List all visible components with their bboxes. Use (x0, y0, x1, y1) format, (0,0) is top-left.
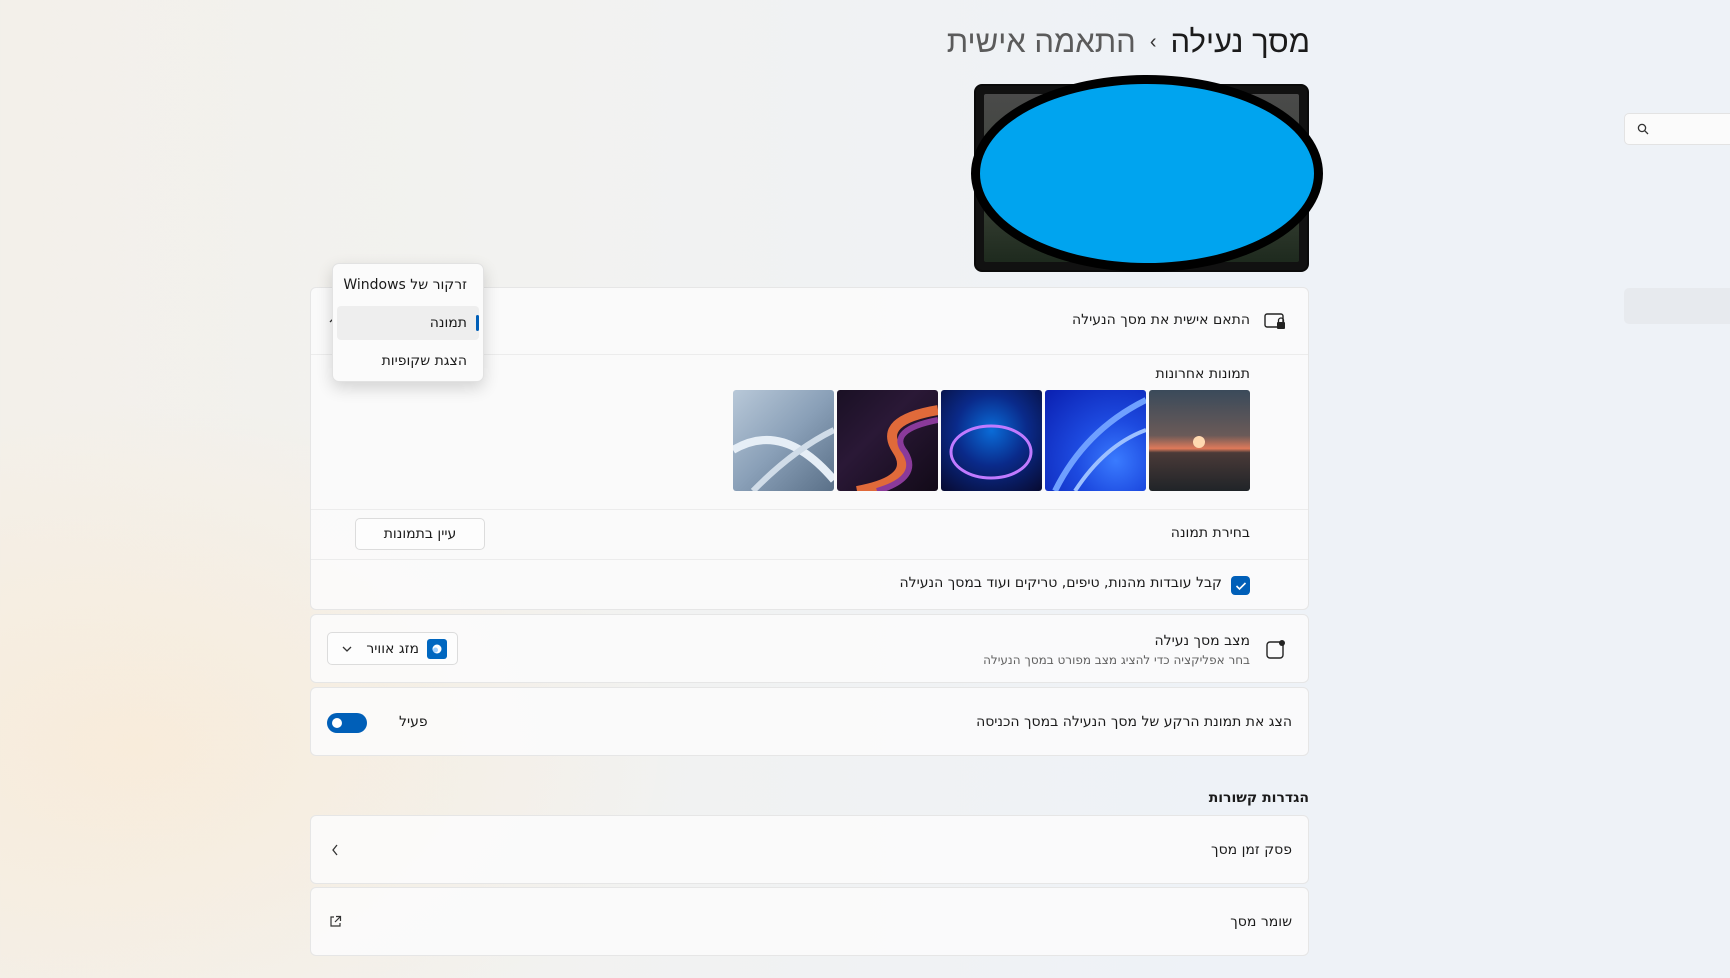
recent-image-ribbon-swirl[interactable] (837, 390, 938, 491)
related-settings-title: הגדרות קשורות (1208, 790, 1309, 806)
chevron-down-icon (342, 646, 352, 652)
page-title: מסך נעילה (1170, 24, 1311, 59)
recent-image-glow-orb[interactable] (941, 390, 1042, 491)
recent-images-label: תמונות אחרונות (1155, 366, 1250, 382)
fun-facts-checkbox[interactable] (1231, 576, 1250, 595)
grey-bloom-shape (733, 427, 834, 491)
fun-facts-label: קבל עובדות מהנות, טיפים, טריקים ועוד במס… (899, 575, 1222, 591)
selection-indicator (476, 315, 479, 331)
lock-screen-icon (1264, 313, 1285, 329)
menu-item-picture[interactable]: תמונה (337, 306, 479, 340)
lock-status-label: מצב מסך נעילה (1154, 633, 1250, 649)
recent-image-sunset-lake[interactable] (1149, 390, 1250, 491)
personalize-dropdown-menu: זרקור של Windows תמונה הצגת שקופיות (332, 263, 484, 382)
ribbon-shape (856, 405, 938, 491)
menu-item-label: תמונה (429, 315, 467, 331)
divider (311, 559, 1308, 560)
divider (311, 509, 1308, 510)
check-icon (1235, 581, 1246, 590)
signin-background-label: הצג את תמונת הרקע של מסך הנעילה במסך הכנ… (976, 714, 1292, 730)
breadcrumb: התאמה אישית › מסך נעילה (947, 24, 1310, 60)
weather-icon (427, 638, 447, 659)
toggle-state-label: פעיל (399, 714, 428, 730)
signin-background-card: הצג את תמונת הרקע של מסך הנעילה במסך הכנ… (310, 687, 1309, 756)
lock-status-card: מצב מסך נעילה בחר אפליקציה כדי להציג מצב… (310, 614, 1309, 683)
redaction-blob (971, 75, 1323, 272)
recent-image-grey-bloom[interactable] (733, 390, 834, 491)
external-link-icon (330, 915, 342, 927)
bloom-shape (1052, 397, 1146, 491)
related-item-screen-saver[interactable]: שומר מסך (310, 887, 1309, 956)
status-app-icon (1266, 640, 1285, 659)
menu-item-slideshow[interactable]: הצגת שקופיות (337, 344, 479, 378)
lock-status-description: בחר אפליקציה כדי להציג מצב מפורט במסך הנ… (983, 653, 1250, 667)
status-app-value: מזג אוויר (366, 640, 419, 657)
menu-item-windows-spotlight[interactable]: זרקור של Windows (337, 268, 479, 302)
status-app-dropdown[interactable]: מזג אוויר (327, 632, 458, 665)
related-item-label: פסק זמן מסך (1211, 842, 1292, 858)
breadcrumb-separator: › (1149, 30, 1157, 53)
sunset-sun (1193, 436, 1205, 448)
chevron-left-icon (332, 844, 338, 856)
search-input[interactable] (1624, 113, 1730, 145)
nav-selected-item[interactable] (1624, 288, 1730, 324)
browse-photos-button[interactable]: עיין בתמונות (355, 518, 485, 550)
toggle-knob (332, 718, 342, 728)
breadcrumb-parent[interactable]: התאמה אישית (947, 24, 1136, 60)
personalize-label: התאם אישית את מסך הנעילה (1072, 312, 1250, 328)
related-item-screen-timeout[interactable]: פסק זמן מסך (310, 815, 1309, 884)
signin-background-toggle[interactable] (327, 713, 367, 733)
orb-ring (949, 424, 1033, 480)
related-item-label: שומר מסך (1230, 914, 1292, 930)
recent-image-blue-bloom[interactable] (1045, 390, 1146, 491)
search-icon (1637, 123, 1649, 135)
choose-photo-label: בחירת תמונה (1170, 525, 1250, 541)
